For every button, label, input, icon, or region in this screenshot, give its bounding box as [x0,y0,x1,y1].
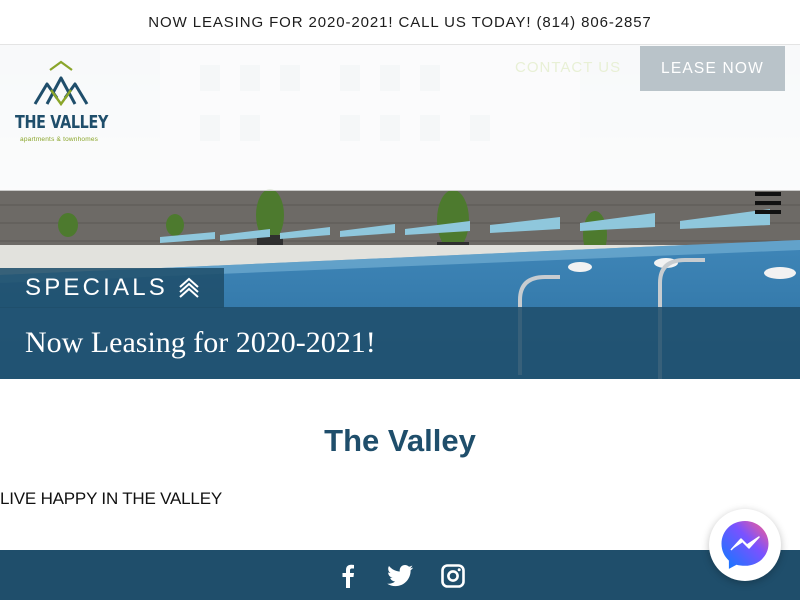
specials-headline: Now Leasing for 2020-2021! [25,326,376,359]
tagline: LIVE HAPPY IN THE VALLEY [0,489,222,508]
double-chevron-up-icon [179,277,199,298]
instagram-icon[interactable] [439,562,467,590]
announcement-text[interactable]: NOW LEASING FOR 2020-2021! CALL US TODAY… [148,14,651,31]
logo-wordmark[interactable]: THE VALLEY [15,113,108,133]
messenger-icon [721,521,769,569]
contact-us-link[interactable]: CONTACT US [515,59,621,76]
announcement-bar: NOW LEASING FOR 2020-2021! CALL US TODAY… [0,0,800,45]
logo-subtitle: apartments & townhomes [20,136,99,143]
messenger-chat-button[interactable] [709,509,781,581]
specials-banner[interactable]: Now Leasing for 2020-2021! [0,307,800,379]
facebook-icon[interactable] [334,562,362,590]
page-title: The Valley [324,423,476,458]
mountain-logo-icon[interactable] [14,60,108,146]
footer-bar [0,550,800,600]
hamburger-menu-icon[interactable] [755,191,783,215]
lease-now-button[interactable]: LEASE NOW [640,46,785,91]
specials-tab[interactable]: SPECIALS [0,268,224,308]
twitter-icon[interactable] [386,562,414,590]
specials-label: SPECIALS [25,274,168,301]
